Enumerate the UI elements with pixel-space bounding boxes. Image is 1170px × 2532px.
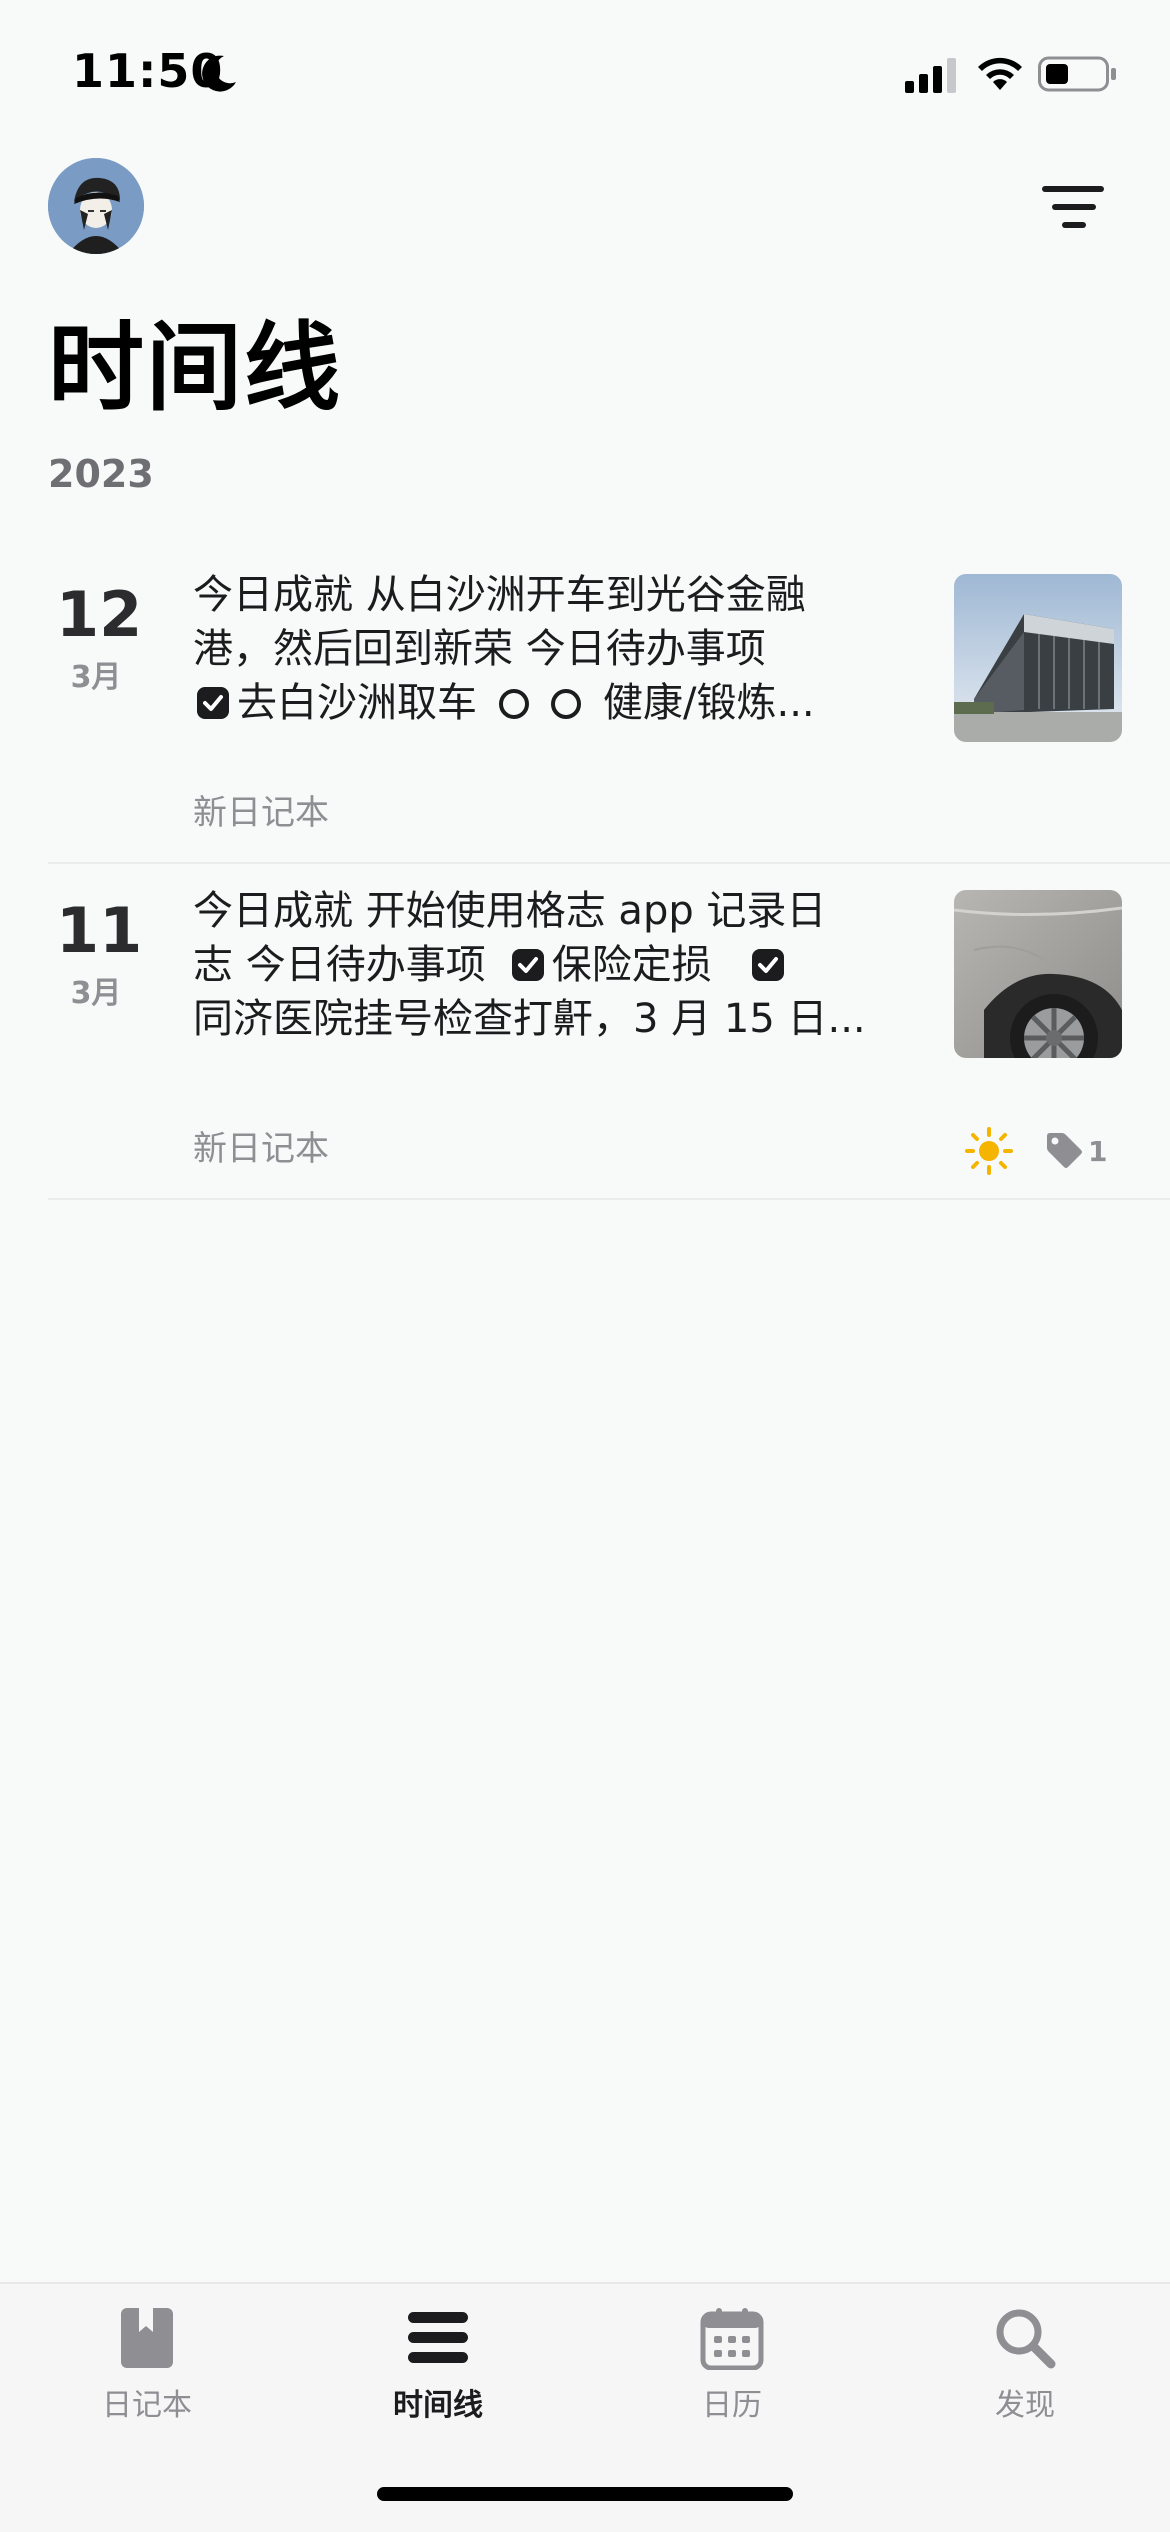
tag-count: 1 (1088, 1135, 1108, 1168)
user-avatar[interactable] (48, 158, 144, 254)
tab-diary[interactable]: 日记本 (57, 2306, 237, 2446)
entry-photo-thumbnail[interactable] (954, 890, 1122, 1058)
todo-item-text: 健康/锻炼... (603, 680, 815, 726)
tag-icon (1047, 1133, 1082, 1168)
wifi-icon (978, 57, 1022, 90)
entry-photo-thumbnail[interactable] (954, 574, 1122, 742)
home-indicator[interactable] (377, 2487, 793, 2501)
entry-day: 12 (56, 578, 143, 651)
tab-label: 发现 (995, 2388, 1055, 2423)
entry-day: 11 (56, 894, 143, 967)
entry-preview-line: 同济医院挂号检查打鼾，3 月 15 日... (193, 996, 866, 1042)
unchecked-circle-icon (499, 689, 529, 719)
unchecked-circle-icon (551, 689, 581, 719)
entry-preview-text: 今日成就 从白沙洲开车到光谷金融 港，然后回到新荣 今日待办事项 去白沙洲取车 健… (193, 568, 983, 730)
entry-month: 3月 (70, 660, 122, 695)
checked-checkbox-icon (197, 687, 229, 719)
timeline-screen: 11:50 时间线 2023 12 3月 今日成就 从白沙洲开车到光谷金融 港，… (0, 0, 1170, 2532)
entry-preview-segment: 志 今日待办事项 (193, 942, 486, 988)
entry-preview-line: 志 今日待办事项 保险定损 (193, 938, 983, 992)
entry-month: 3月 (70, 976, 122, 1011)
entry-preview-line: 今日成就 开始使用格志 app 记录日 (193, 888, 827, 934)
entry-preview-line: 去白沙洲取车 健康/锻炼... (193, 676, 983, 730)
year-section-header: 2023 (48, 452, 154, 496)
tab-discover[interactable]: 发现 (935, 2306, 1115, 2446)
search-icon (996, 2309, 1056, 2369)
tab-label: 时间线 (393, 2388, 483, 2423)
entry-notebook-label: 新日记本 (193, 793, 329, 833)
filter-button[interactable] (1040, 180, 1116, 236)
checked-checkbox-icon (511, 949, 544, 981)
entry-preview-line: 今日成就 从白沙洲开车到光谷金融 (193, 572, 806, 618)
timeline-entry[interactable]: 12 3月 今日成就 从白沙洲开车到光谷金融 港，然后回到新荣 今日待办事项 去… (48, 548, 1170, 864)
entry-preview-text: 今日成就 开始使用格志 app 记录日 志 今日待办事项 保险定损 同济医院挂号检… (193, 884, 983, 1046)
moon-icon (202, 55, 236, 92)
entry-preview-line: 港，然后回到新荣 今日待办事项 (193, 626, 766, 672)
timeline-entry[interactable]: 11 3月 今日成就 开始使用格志 app 记录日 志 今日待办事项 保险定损 同… (48, 864, 1170, 1200)
tab-calendar[interactable]: 日历 (642, 2306, 822, 2446)
tab-timeline[interactable]: 时间线 (348, 2306, 528, 2446)
sun-weather-icon (965, 1127, 1013, 1175)
todo-item-text: 保险定损 (551, 942, 712, 988)
book-icon (121, 2308, 173, 2368)
todo-item-text: 去白沙洲取车 (237, 680, 477, 726)
calendar-icon (700, 2308, 764, 2370)
checked-checkbox-icon (751, 949, 784, 981)
timeline-icon (408, 2312, 468, 2363)
page-title: 时间线 (48, 312, 342, 424)
tab-label: 日历 (702, 2388, 762, 2423)
entry-notebook-label: 新日记本 (193, 1129, 329, 1169)
battery-icon (1038, 56, 1116, 92)
tab-label: 日记本 (102, 2388, 192, 2423)
cellular-signal-icon (905, 58, 956, 93)
status-bar: 11:50 (0, 0, 1170, 150)
